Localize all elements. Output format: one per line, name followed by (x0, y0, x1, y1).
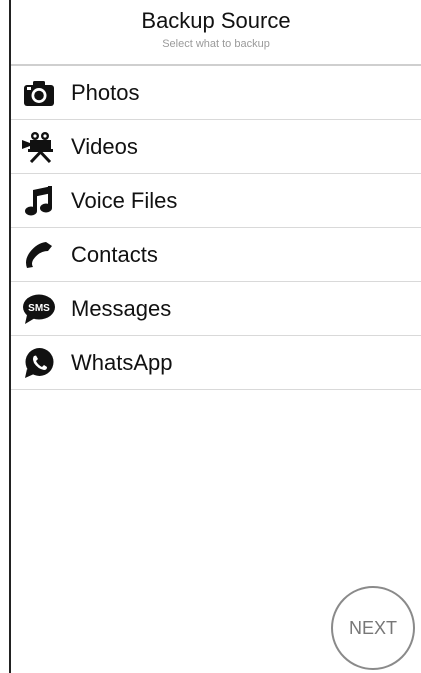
list-item-label: WhatsApp (71, 349, 173, 375)
app-screen: Backup Source Select what to backup Phot… (0, 0, 421, 673)
page-subtitle: Select what to backup (162, 38, 270, 50)
music-note-icon (21, 183, 57, 219)
sms-icon: SMS (21, 291, 57, 327)
list-item-videos[interactable]: Videos (11, 120, 421, 174)
video-camera-icon (21, 129, 57, 165)
whatsapp-icon (21, 345, 57, 381)
list-item-label: Voice Files (71, 187, 178, 213)
next-button-label: NEXT (348, 617, 397, 638)
list-item-photos[interactable]: Photos (11, 66, 421, 120)
header: Backup Source Select what to backup (11, 0, 421, 64)
backup-source-list: Photos Videos Voice Files Contacts SMS M… (11, 66, 421, 390)
next-button[interactable]: NEXT (331, 586, 415, 670)
list-item-label: Contacts (71, 241, 158, 267)
list-item-messages[interactable]: SMS Messages (11, 282, 421, 336)
list-item-voice-files[interactable]: Voice Files (11, 174, 421, 228)
list-item-contacts[interactable]: Contacts (11, 228, 421, 282)
list-item-whatsapp[interactable]: WhatsApp (11, 336, 421, 390)
phone-icon (21, 237, 57, 273)
page-title: Backup Source (141, 8, 291, 33)
list-item-label: Videos (71, 133, 138, 159)
svg-text:SMS: SMS (28, 303, 50, 314)
camera-icon (21, 75, 57, 111)
list-item-label: Photos (71, 79, 140, 105)
list-item-label: Messages (71, 295, 172, 321)
